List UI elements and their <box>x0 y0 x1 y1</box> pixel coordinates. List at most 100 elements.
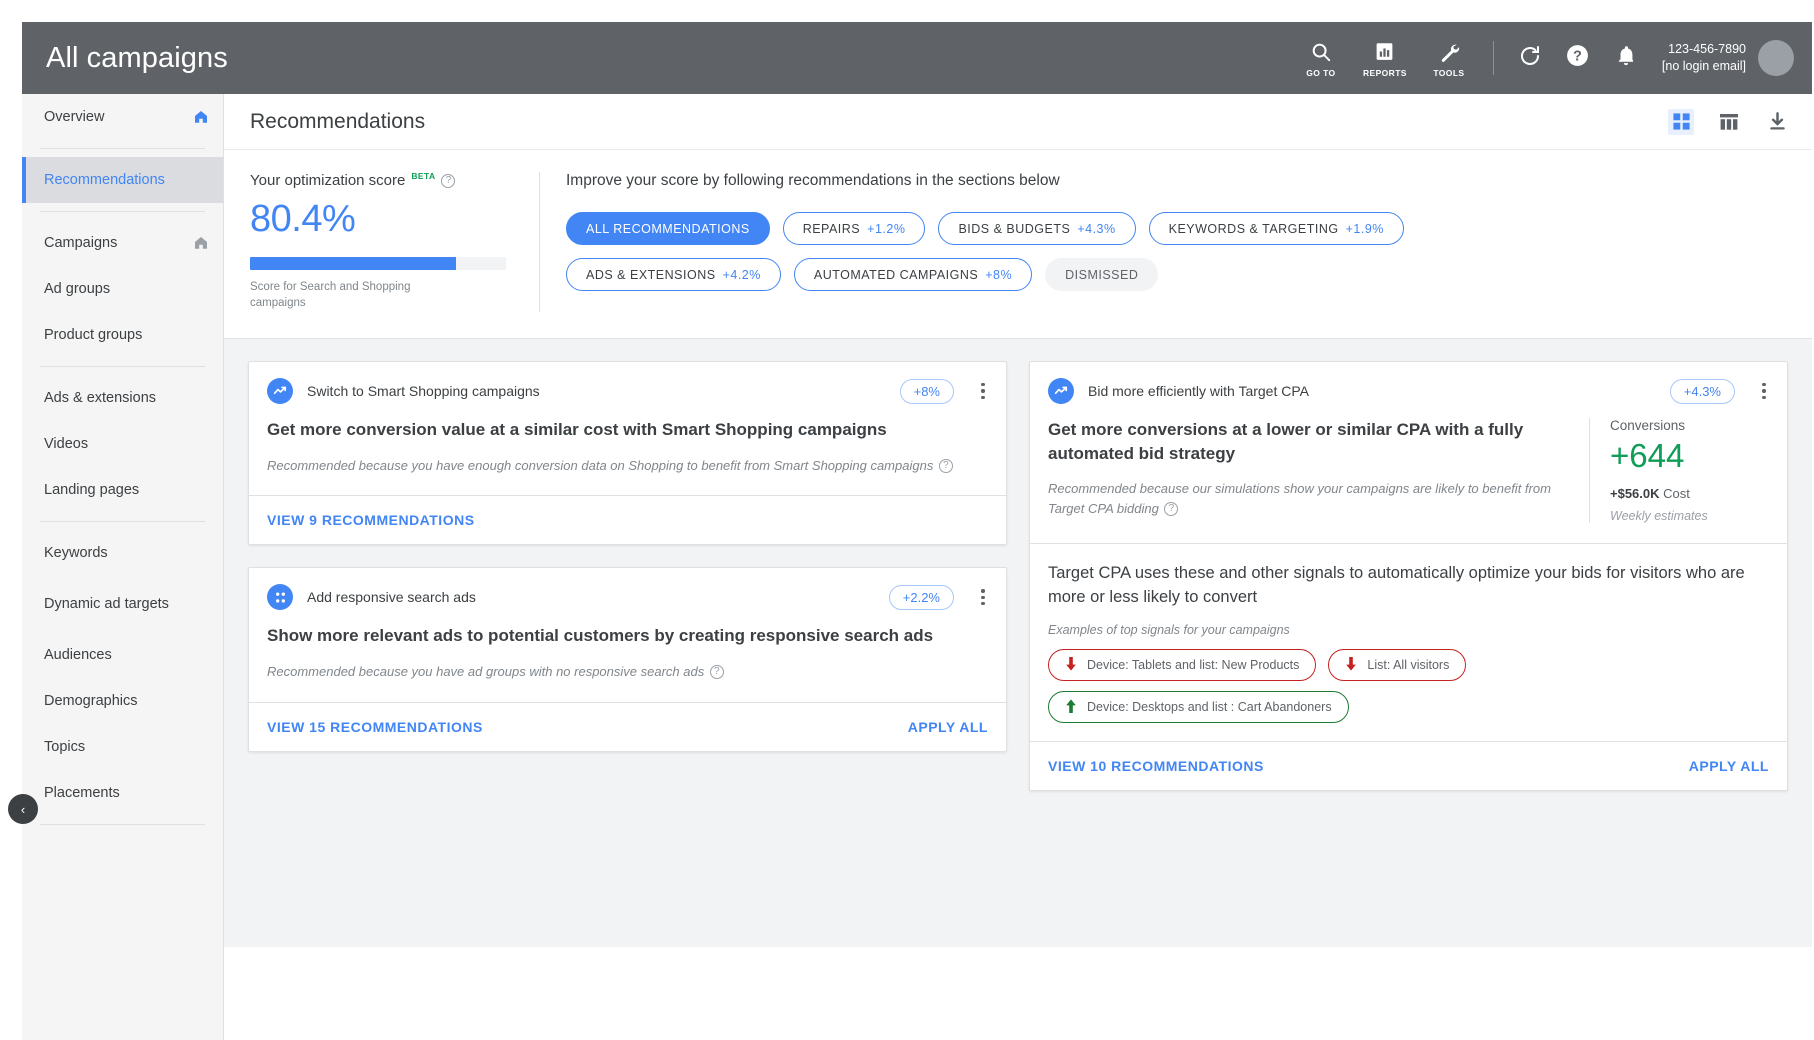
account-info[interactable]: 123-456-7890 [no login email] <box>1662 41 1746 75</box>
sidebar-item-landing-pages[interactable]: Landing pages <box>22 467 223 513</box>
sidebar-item-label: Topics <box>44 738 86 755</box>
sidebar-item-label: Overview <box>44 108 105 125</box>
table-view-icon[interactable] <box>1716 109 1742 135</box>
filter-chip-all-recommendations[interactable]: ALL RECOMMENDATIONS <box>566 212 770 245</box>
top-bar-actions: GO TO REPORTS TOOLS ? 123-456-7890 [no l… <box>1289 22 1812 94</box>
card-body-text: Get more conversions at a lower or simil… <box>1048 418 1589 523</box>
score-filters: Improve your score by following recommen… <box>540 172 1786 312</box>
view-recommendations-link[interactable]: VIEW 9 RECOMMENDATIONS <box>267 512 475 528</box>
sidebar-item-label: Product groups <box>44 326 143 343</box>
toolbar-divider <box>1492 41 1494 75</box>
card-overflow-menu-icon[interactable] <box>968 589 990 606</box>
signal-chip-rows: Device: Tablets and list: New Products Li… <box>1048 649 1769 724</box>
cards-column-right: Bid more efficiently with Target CPA +4.3… <box>1029 361 1788 947</box>
help-circle-icon: ? <box>1565 43 1590 73</box>
home-icon <box>193 109 209 125</box>
filter-chip-label: BIDS & BUDGETS <box>958 221 1071 236</box>
download-icon[interactable] <box>1764 109 1790 135</box>
page-header: Recommendations <box>224 94 1812 150</box>
filter-chip-automated-campaigns[interactable]: AUTOMATED CAMPAIGNS +8% <box>793 258 1033 291</box>
card-overflow-menu-icon[interactable] <box>968 383 990 400</box>
reports-button[interactable]: REPORTS <box>1353 22 1417 94</box>
sidebar-nav-list: Overview Recommendations Campaigns Ad group… <box>22 94 223 825</box>
grid-dots-icon <box>267 584 293 611</box>
optimization-score-panel: Your optimization score BETA ? 80.4% Sco… <box>224 150 1812 340</box>
improve-score-text: Improve your score by following recommen… <box>566 172 1060 189</box>
help-button[interactable]: ? <box>1554 22 1602 94</box>
card-headline: Get more conversions at a lower or simil… <box>1048 420 1524 463</box>
refresh-button[interactable] <box>1506 22 1554 94</box>
apply-all-link[interactable]: APPLY ALL <box>1689 758 1769 774</box>
signal-chip-label: Device: Desktops and list : Cart Abandon… <box>1087 700 1332 715</box>
account-email: [no login email] <box>1661 59 1746 73</box>
recommendation-card: Switch to Smart Shopping campaigns +8% Get… <box>248 361 1007 546</box>
help-question-icon[interactable]: ? <box>441 173 456 188</box>
metric-cost-label: Cost <box>1659 486 1690 502</box>
card-headline: Get more conversion value at a similar c… <box>267 420 887 440</box>
home-icon <box>193 235 209 251</box>
signal-chip[interactable]: Device: Desktops and list : Cart Abandon… <box>1048 691 1349 724</box>
filter-chip-ads-extensions[interactable]: ADS & EXTENSIONS +4.2% <box>566 258 781 291</box>
notifications-button[interactable] <box>1602 22 1650 94</box>
sidebar-item-label: Placements <box>44 784 120 801</box>
card-overflow-menu-icon[interactable] <box>1749 383 1771 400</box>
metric-note: Weekly estimates <box>1610 509 1708 524</box>
sidebar-divider <box>40 148 205 149</box>
reports-bar-chart-icon <box>1374 39 1395 65</box>
sidebar-item-demographics[interactable]: Demographics <box>22 678 223 724</box>
sidebar-divider <box>40 521 205 522</box>
help-question-icon[interactable]: ? <box>938 459 953 474</box>
sidebar-item-placements[interactable]: Placements <box>22 770 223 816</box>
card-header: Bid more efficiently with Target CPA +4.3… <box>1030 362 1787 412</box>
view-recommendations-link[interactable]: VIEW 15 RECOMMENDATIONS <box>267 719 483 735</box>
apply-all-link[interactable]: APPLY ALL <box>908 719 988 735</box>
sidebar-item-videos[interactable]: Videos <box>22 421 223 467</box>
card-header: Add responsive search ads +2.2% <box>249 568 1006 618</box>
filter-chip-repairs[interactable]: REPAIRS +1.2% <box>782 212 926 245</box>
help-question-icon[interactable]: ? <box>709 665 724 680</box>
filter-chip-bids-budgets[interactable]: BIDS & BUDGETS +4.3% <box>938 212 1136 245</box>
tools-button[interactable]: TOOLS <box>1417 22 1481 94</box>
sidebar-item-campaigns[interactable]: Campaigns <box>22 220 223 266</box>
card-footer: VIEW 9 RECOMMENDATIONS <box>249 495 1006 544</box>
signal-chip[interactable]: List: All visitors <box>1328 649 1467 682</box>
filter-chip-keywords-targeting[interactable]: KEYWORDS & TARGETING +1.9% <box>1148 212 1404 245</box>
recommendation-cards-grid: Switch to Smart Shopping campaigns +8% Get… <box>224 339 1812 948</box>
signals-section-title: Target CPA uses these and other signals … <box>1048 564 1745 606</box>
sidebar-item-label: Recommendations <box>44 171 165 188</box>
go-to-button[interactable]: GO TO <box>1289 22 1353 94</box>
card-view-icon[interactable] <box>1668 108 1694 135</box>
bell-icon <box>1615 45 1637 72</box>
card-body: Show more relevant ads to potential cust… <box>249 618 1006 701</box>
metric-value: +644 <box>1610 437 1685 475</box>
view-recommendations-link[interactable]: VIEW 10 RECOMMENDATIONS <box>1048 758 1264 774</box>
signal-chip[interactable]: Device: Tablets and list: New Products <box>1048 649 1317 682</box>
card-footer: VIEW 10 RECOMMENDATIONS APPLY ALL <box>1030 741 1787 790</box>
sidebar-item-ads-extensions[interactable]: Ads & extensions <box>22 375 223 421</box>
arrow-down-icon <box>1065 657 1077 673</box>
filter-chip-dismissed[interactable]: DISMISSED <box>1045 258 1159 291</box>
sidebar-item-ad-groups[interactable]: Ad groups <box>22 266 223 312</box>
sidebar-item-label: Dynamic ad targets <box>44 595 169 612</box>
sidebar: Overview Recommendations Campaigns Ad group… <box>8 94 224 1040</box>
sidebar-item-recommendations[interactable]: Recommendations <box>22 157 223 203</box>
signal-chip-row: Device: Desktops and list : Cart Abandon… <box>1048 691 1769 724</box>
score-progress-fill <box>250 256 456 270</box>
score-label: Your optimization score <box>250 172 406 189</box>
sidebar-item-audiences[interactable]: Audiences <box>22 632 223 678</box>
help-question-icon[interactable]: ? <box>1164 502 1179 517</box>
metric-name: Conversions <box>1610 418 1686 434</box>
sidebar-item-overview[interactable]: Overview <box>22 94 223 140</box>
sidebar-item-label: Landing pages <box>44 481 140 498</box>
sidebar-item-keywords[interactable]: Keywords <box>22 530 223 576</box>
sidebar-collapse-toggle[interactable]: ‹ <box>8 794 38 824</box>
sidebar-item-dynamic-ad-targets[interactable]: Dynamic ad targets <box>22 576 223 632</box>
filter-chip-rows: ALL RECOMMENDATIONS REPAIRS +1.2% BIDS & BU… <box>566 212 1786 291</box>
top-bar: All campaigns GO TO REPORTS TOOLS ? 123-… <box>22 22 1812 94</box>
card-score-impact-badge: +8% <box>899 378 954 404</box>
page-header-actions <box>1668 108 1790 135</box>
avatar[interactable] <box>1758 40 1794 76</box>
metric-cost-value: +$56.0K <box>1610 486 1660 502</box>
sidebar-item-topics[interactable]: Topics <box>22 724 223 770</box>
sidebar-item-product-groups[interactable]: Product groups <box>22 312 223 358</box>
